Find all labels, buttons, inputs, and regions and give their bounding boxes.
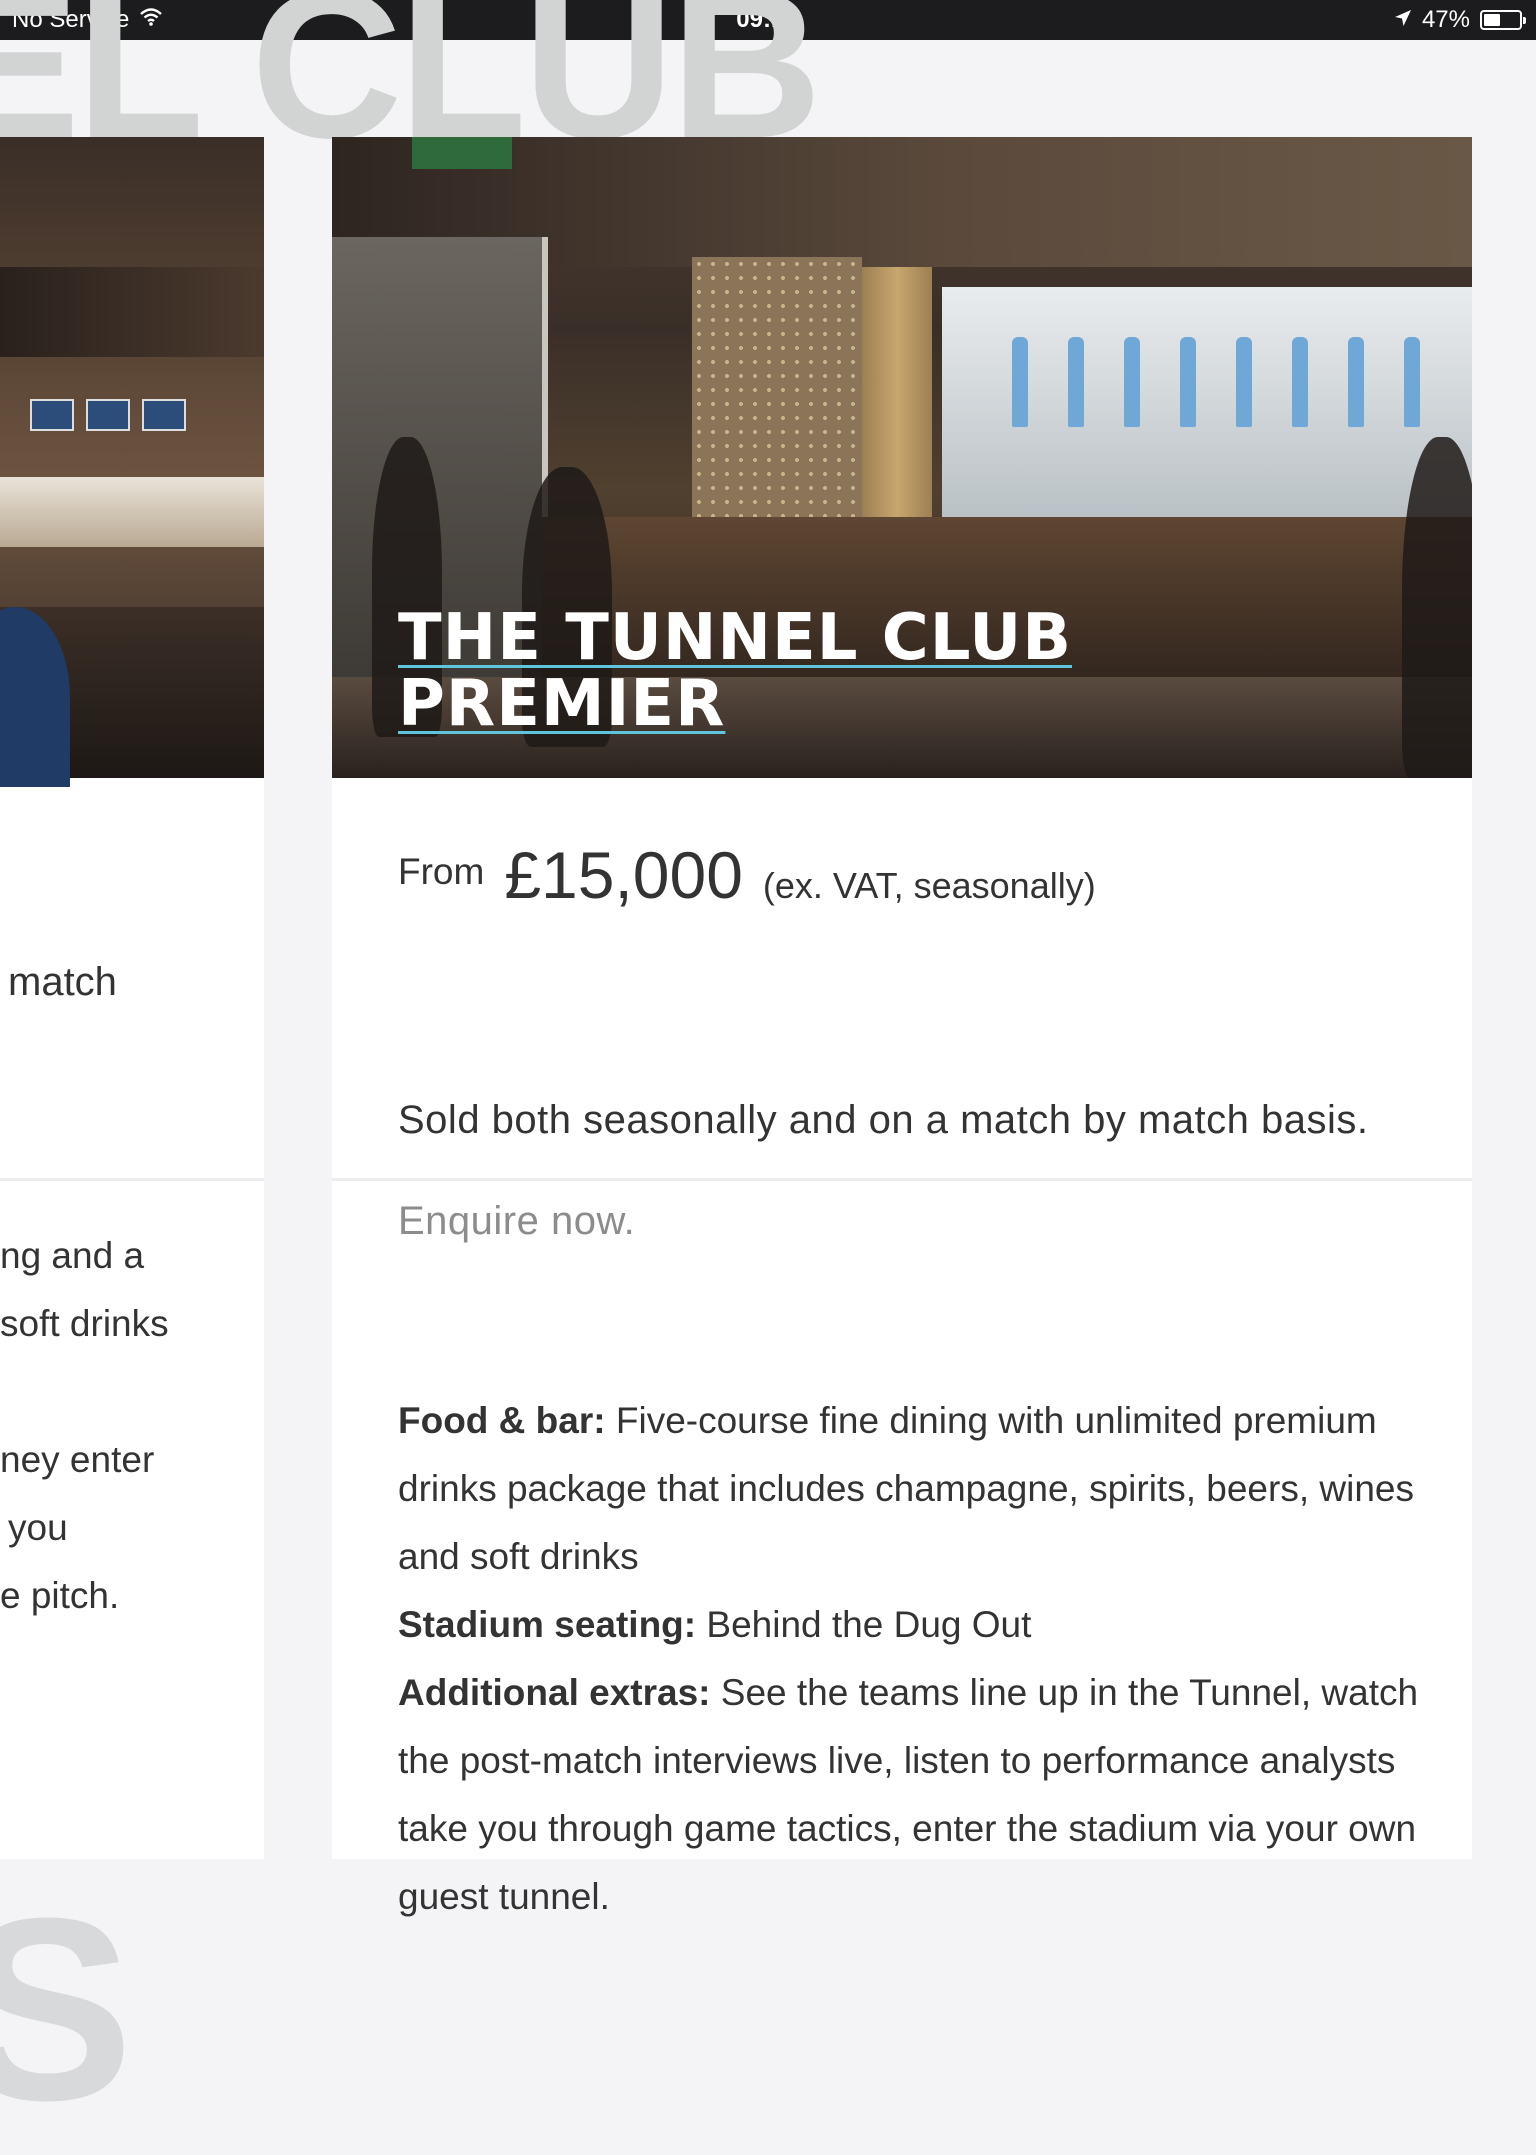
feature-food-bar: Food & bar: Five-course fine dining with… [398,1387,1428,1591]
previous-card-text: match [8,960,117,1004]
price-prefix: From [398,851,485,892]
tunnel-club-premier-card: THE TUNNEL CLUB PREMIER From £15,000 (ex… [332,137,1472,1917]
status-right: 47% [1222,6,1526,34]
card-divider [0,1178,264,1181]
previous-card-text: e pitch. [0,1575,120,1616]
location-arrow-icon [1394,6,1412,34]
feature-label: Stadium seating: [398,1604,697,1645]
package-title[interactable]: THE TUNNEL CLUB PREMIER [398,605,1072,737]
price-note: (ex. VAT, seasonally) [762,865,1096,906]
card-divider [332,1178,1472,1181]
price-row: From £15,000 (ex. VAT, seasonally) [398,837,1096,913]
battery-icon [1479,10,1526,30]
feature-stadium-seating: Stadium seating: Behind the Dug Out [398,1591,1428,1659]
package-title-line1[interactable]: THE TUNNEL CLUB [398,601,1072,675]
previous-package-card[interactable]: match ng and a soft drinks ney enter you… [0,137,264,1859]
price-amount: £15,000 [504,838,743,912]
previous-card-text: ney enter [0,1439,155,1480]
package-description: Sold both seasonally and on a match by m… [398,1098,1369,1142]
package-features: Food & bar: Five-course fine dining with… [398,1387,1428,1931]
background-letter: S [0,1865,134,2155]
package-title-line2[interactable]: PREMIER [398,667,725,741]
hero-image: THE TUNNEL CLUB PREMIER [332,137,1472,778]
feature-label: Additional extras: [398,1672,711,1713]
feature-additional-extras: Additional extras: See the teams line up… [398,1659,1428,1931]
previous-package-image [0,137,264,787]
enquire-link[interactable]: Enquire now. [398,1199,635,1244]
battery-level-fill [1483,14,1500,26]
battery-percent: 47% [1421,6,1470,33]
previous-card-text: ng and a [0,1235,145,1276]
feature-text: Behind the Dug Out [706,1604,1032,1645]
feature-label: Food & bar: [398,1400,606,1441]
previous-card-text: soft drinks [0,1303,169,1344]
previous-card-text: you [8,1507,68,1548]
